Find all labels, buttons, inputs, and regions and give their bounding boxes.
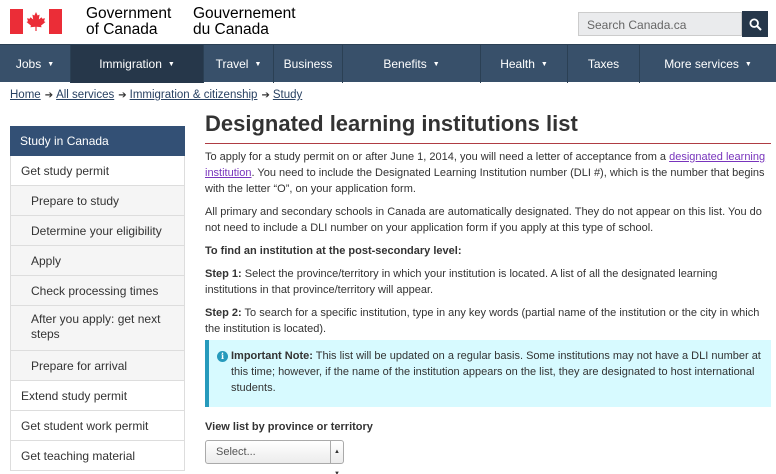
province-select-value: Select...	[216, 446, 256, 458]
search-input[interactable]: Search Canada.ca	[578, 12, 742, 36]
sidebar-item-prepare-for-arrival[interactable]: Prepare for arrival	[10, 351, 185, 381]
canada-flag-logo[interactable]	[10, 9, 62, 34]
search-button[interactable]	[742, 11, 768, 37]
nav-label: Immigration	[99, 57, 162, 71]
main-menu: Jobs ▼ Immigration ▼ Travel ▼ Business Bene…	[0, 44, 776, 83]
page-title: Designated learning institutions list	[205, 110, 771, 144]
automatic-designation-paragraph: All primary and secondary schools in Can…	[205, 206, 762, 234]
note-label: Important Note:	[231, 350, 313, 362]
arrow-right-icon: ➔	[44, 90, 54, 101]
sidebar-item-extend-study-permit[interactable]: Extend study permit	[10, 381, 185, 411]
sidebar-item-get-student-work-permit[interactable]: Get student work permit	[10, 411, 185, 441]
arrow-right-icon: ➔	[261, 90, 270, 101]
caret-down-icon: ▼	[432, 60, 440, 68]
caret-down-icon: ▼	[540, 60, 548, 68]
sidebar-item-determine-eligibility[interactable]: Determine your eligibility	[10, 216, 185, 246]
site-header: Government of Canada Gouvernement du Can…	[0, 0, 776, 44]
select-arrows-icon: ▲ ▼	[330, 441, 343, 474]
caret-down-icon: ▼	[167, 60, 175, 68]
step-1-paragraph: Step 1: Select the province/territory in…	[205, 266, 771, 298]
nav-label: Health	[500, 57, 535, 71]
nav-item-travel[interactable]: Travel ▼	[204, 45, 274, 83]
find-institution-heading: To find an institution at the post-secon…	[205, 245, 462, 257]
nav-label: Benefits	[383, 57, 427, 71]
province-select[interactable]: Select... ▲ ▼	[205, 440, 344, 474]
nav-item-benefits[interactable]: Benefits ▼	[343, 45, 481, 83]
sidebar-item-get-teaching-material[interactable]: Get teaching material	[10, 441, 185, 471]
nav-item-health[interactable]: Health ▼	[481, 45, 568, 83]
nav-item-jobs[interactable]: Jobs ▼	[0, 45, 71, 83]
step-1-text: Select the province/territory in which y…	[205, 268, 718, 296]
sidebar-item-check-processing-times[interactable]: Check processing times	[10, 276, 185, 306]
breadcrumb: Home ➔ All services ➔ Immigration & citizens…	[10, 89, 302, 101]
important-note-alert: i Important Note: This list will be upda…	[205, 340, 771, 407]
nav-item-more-services[interactable]: More services ▼	[640, 45, 776, 83]
wordmark-english: Government of Canada	[86, 6, 171, 38]
caret-down-icon: ▼	[254, 60, 262, 68]
nav-item-taxes[interactable]: Taxes	[568, 45, 640, 83]
nav-item-immigration[interactable]: Immigration ▼	[71, 45, 204, 83]
main-content: Designated learning institutions list To…	[205, 110, 771, 474]
breadcrumb-immigration[interactable]: Immigration & citizenship	[130, 89, 258, 101]
caret-down-icon: ▼	[47, 60, 55, 68]
intro-text-2: . You need to include the Designated Lea…	[205, 167, 765, 195]
nav-label: Business	[283, 57, 333, 71]
nav-label: More services	[664, 57, 739, 71]
nav-label: Travel	[215, 57, 249, 71]
step-2-paragraph: Step 2: To search for a specific institu…	[205, 305, 771, 337]
arrow-right-icon: ➔	[118, 90, 127, 101]
breadcrumb-study[interactable]: Study	[273, 89, 302, 101]
breadcrumb-all-services[interactable]: All services	[56, 89, 114, 101]
province-select-label: View list by province or territory	[205, 421, 373, 433]
wordmark-en-line1: Government	[86, 5, 172, 22]
step-1-label: Step 1:	[205, 268, 242, 280]
nav-label: Jobs	[15, 57, 42, 71]
breadcrumb-home[interactable]: Home	[10, 89, 41, 101]
wordmark-french: Gouvernement du Canada	[193, 6, 296, 38]
wordmark-en-line2: of Canada	[86, 21, 158, 38]
step-2-label: Step 2:	[205, 307, 242, 319]
intro-paragraph: To apply for a study permit on or after …	[205, 149, 771, 197]
search-icon	[748, 17, 762, 31]
step-2-text: To search for a specific institution, ty…	[205, 307, 760, 335]
nav-item-business[interactable]: Business	[274, 45, 343, 83]
section-menu: Study in Canada Get study permit Prepare…	[10, 126, 185, 471]
sidebar-item-after-you-apply[interactable]: After you apply: get next steps	[10, 306, 185, 351]
sidebar-item-get-study-permit[interactable]: Get study permit	[10, 156, 185, 186]
section-menu-heading[interactable]: Study in Canada	[10, 126, 185, 156]
intro-text-1: To apply for a study permit on or after …	[205, 151, 670, 163]
wordmark-fr-line2: du Canada	[193, 21, 269, 38]
info-icon: i	[217, 351, 228, 362]
nav-label: Taxes	[587, 57, 620, 71]
caret-down-icon: ▼	[744, 60, 752, 68]
sidebar-item-prepare-to-study[interactable]: Prepare to study	[10, 186, 185, 216]
sidebar-item-apply[interactable]: Apply	[10, 246, 185, 276]
wordmark-fr-line1: Gouvernement	[193, 5, 296, 22]
